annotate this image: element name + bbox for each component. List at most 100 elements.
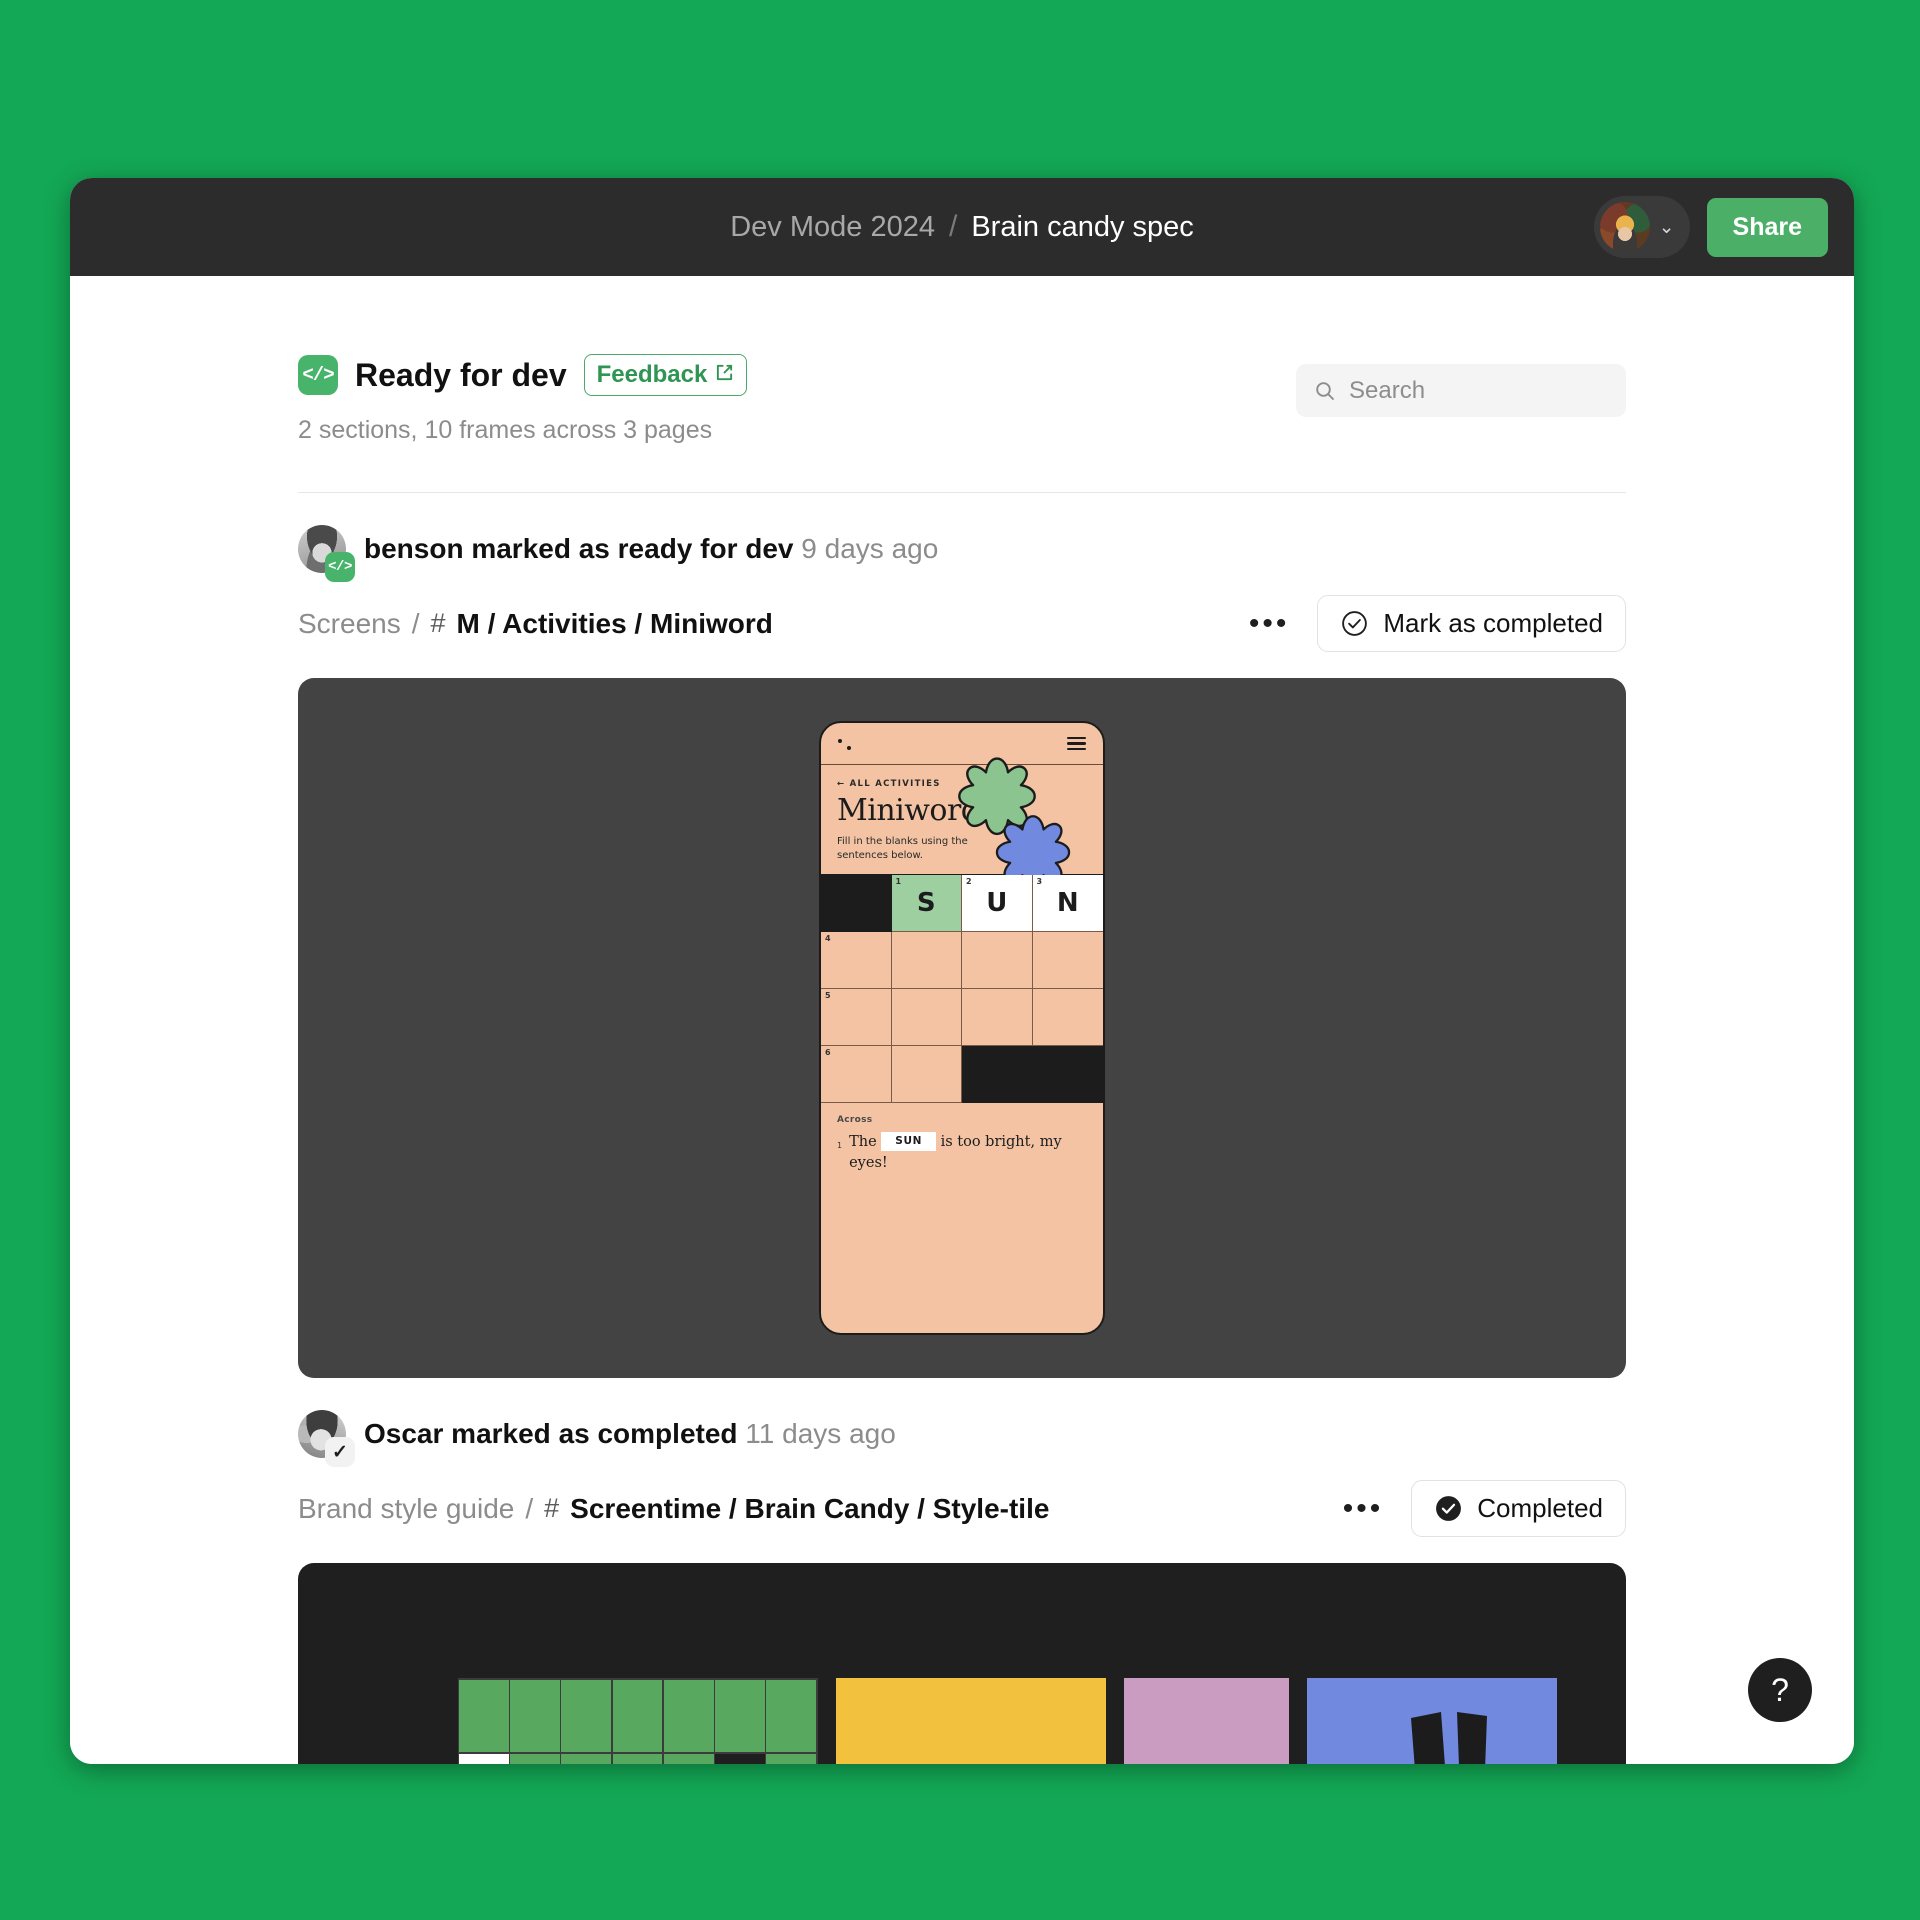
more-options-icon[interactable]: ••• (1243, 608, 1296, 639)
crossword-cell-letter: N (1056, 888, 1079, 918)
style-tile-preview[interactable]: B FOR (298, 1563, 1626, 1764)
ready-for-dev-icon: </> (325, 552, 355, 582)
clue-number: 1 (837, 1141, 843, 1150)
activity-header: ✓ Oscar marked as completed 11 days ago (298, 1410, 1626, 1467)
completed-button[interactable]: Completed (1411, 1480, 1626, 1537)
clue-answer-blank: SUN (881, 1132, 936, 1152)
grid-cell (612, 1679, 663, 1753)
frame-hash-icon: # (430, 608, 446, 638)
crossword-cell[interactable]: 1S (891, 875, 962, 932)
crossword-cell[interactable]: 3N (1032, 875, 1103, 932)
crossword-cell[interactable] (962, 989, 1033, 1046)
yellow-tile (835, 1678, 1106, 1764)
avatar (1599, 202, 1650, 252)
crossword-cell[interactable]: 5 (821, 989, 892, 1046)
title-bar: Dev Mode 2024 / Brain candy spec ⌄ Share (70, 178, 1854, 276)
miniword-phone-mockup: ← ALL ACTIVITIES Miniword Fill in the bl… (819, 721, 1105, 1335)
breadcrumb-project[interactable]: Dev Mode 2024 (730, 211, 935, 244)
help-button[interactable]: ? (1748, 1658, 1812, 1722)
content-column: </> Ready for dev Feedback 2 sections, 1… (70, 276, 1854, 1764)
style-tiles-row: B FOR (368, 1563, 1557, 1764)
mark-as-completed-button[interactable]: Mark as completed (1317, 595, 1626, 652)
breadcrumb: Screens / # M / Activities / Miniword (298, 608, 773, 640)
feedback-button[interactable]: Feedback (583, 354, 748, 396)
breadcrumb-page[interactable]: Brand style guide (298, 1493, 514, 1525)
user-menu[interactable]: ⌄ (1593, 196, 1690, 258)
activity-avatar-wrap: ✓ (298, 1410, 355, 1467)
breadcrumb-path[interactable]: Screentime / Brain Candy / Style-tile (570, 1493, 1049, 1525)
status-title-row: </> Ready for dev Feedback (298, 354, 748, 396)
crossword-cell (962, 1046, 1033, 1103)
completed-label: Completed (1477, 1493, 1603, 1523)
blue-tile-art-icon (1410, 1712, 1487, 1764)
crossword-cell[interactable] (891, 1046, 962, 1103)
crossword-cell[interactable]: 2U (962, 875, 1033, 932)
check-circle-filled-icon (1434, 1494, 1463, 1523)
crossword-cell[interactable] (891, 932, 962, 989)
crossword-cell-number: 5 (825, 991, 831, 1000)
check-circle-outline-icon (1340, 609, 1369, 638)
grid-cell (459, 1679, 509, 1753)
activity-text: benson marked as ready for dev 9 days ag… (364, 533, 938, 565)
grid-cell (561, 1679, 612, 1753)
activity-text: Oscar marked as completed 11 days ago (364, 1418, 896, 1450)
crossword-cell-letter: U (986, 888, 1008, 918)
clue-before: The (849, 1134, 877, 1150)
search-icon (1314, 380, 1336, 402)
more-options-icon[interactable]: ••• (1337, 1493, 1390, 1524)
search-input[interactable]: Search (1296, 364, 1626, 417)
hamburger-menu-icon[interactable] (1067, 737, 1086, 750)
crossword-cell[interactable] (891, 989, 962, 1046)
search-placeholder: Search (1349, 376, 1426, 404)
word-grid-tile: B FOR (457, 1678, 818, 1764)
crossword-cell[interactable]: 4 (821, 932, 892, 989)
window-body: </> Ready for dev Feedback 2 sections, 1… (70, 276, 1854, 1764)
breadcrumb-page[interactable]: Screens (298, 608, 401, 640)
crossword-cell (821, 875, 892, 932)
share-button[interactable]: Share (1706, 197, 1828, 257)
crossword-grid[interactable]: 1S2U3N456 (821, 874, 1103, 1103)
breadcrumb-file[interactable]: Brain candy spec (971, 211, 1193, 244)
activity-action: benson marked as ready for dev (364, 533, 794, 564)
pink-oval-tile (1123, 1678, 1289, 1764)
frame-preview[interactable]: ← ALL ACTIVITIES Miniword Fill in the bl… (298, 678, 1626, 1378)
status-header-left: </> Ready for dev Feedback 2 sections, 1… (298, 354, 748, 445)
grid-cell (663, 1679, 714, 1753)
crossword-cell-number: 1 (895, 877, 902, 886)
breadcrumb-separator: / (948, 210, 958, 243)
external-link-icon (715, 363, 734, 388)
grid-cell (510, 1753, 560, 1764)
activity-entry: </> benson marked as ready for dev 9 day… (298, 493, 1626, 1378)
page-subtitle: 2 sections, 10 frames across 3 pages (298, 416, 713, 444)
crossword-cell (1032, 1046, 1103, 1103)
crossword-cell-letter: S (916, 888, 936, 918)
crossword-cell[interactable] (1032, 932, 1103, 989)
grid-cell (663, 1753, 714, 1764)
grid-cell (766, 1753, 816, 1764)
clue-text: The SUN is too bright, my eyes! (849, 1132, 1087, 1174)
app-window: Dev Mode 2024 / Brain candy spec ⌄ Share… (70, 178, 1854, 1764)
activity-meta: Screens / # M / Activities / Miniword ••… (298, 595, 1626, 652)
breadcrumb: Brand style guide / # Screentime / Brain… (298, 1493, 1049, 1525)
activity-actions: ••• Completed (1337, 1480, 1626, 1537)
activity-actions: ••• Mark as completed (1243, 595, 1626, 652)
phone-header: ← ALL ACTIVITIES Miniword Fill in the bl… (821, 757, 1103, 890)
activity-timestamp: 11 days ago (745, 1418, 896, 1449)
mark-as-completed-label: Mark as completed (1383, 608, 1603, 638)
crossword-cell[interactable] (962, 932, 1033, 989)
crossword-cell[interactable] (1032, 989, 1103, 1046)
activity-entry: ✓ Oscar marked as completed 11 days ago … (298, 1378, 1626, 1764)
breadcrumb-separator: / (525, 1492, 534, 1524)
breadcrumb-path[interactable]: M / Activities / Miniword (457, 608, 773, 640)
status-header: </> Ready for dev Feedback 2 sections, 1… (298, 276, 1626, 445)
crossword-cell-number: 2 (966, 877, 972, 886)
frame-hash-icon: # (544, 1493, 560, 1523)
crossword-cell[interactable]: 6 (821, 1046, 892, 1103)
grid-cell: FOR (715, 1753, 765, 1764)
breadcrumb: Dev Mode 2024 / Brain candy spec (730, 210, 1194, 244)
feedback-label: Feedback (596, 361, 708, 388)
crossword-cell-number: 4 (825, 934, 831, 943)
crossword-cell-number: 6 (825, 1048, 831, 1057)
page-title: Ready for dev (355, 356, 567, 393)
dev-mode-icon: </> (298, 355, 338, 395)
